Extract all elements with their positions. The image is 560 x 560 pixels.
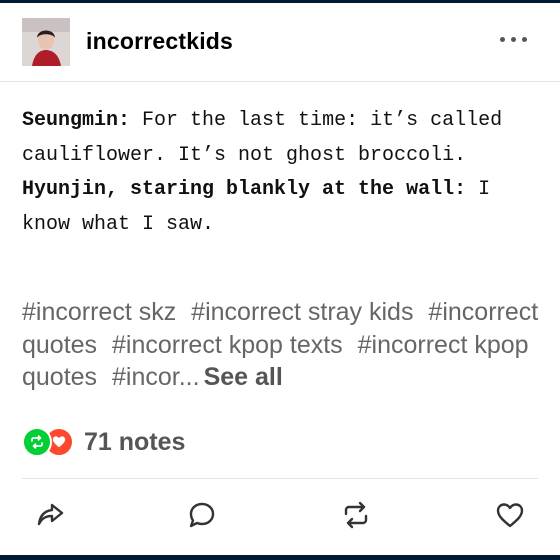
- tag-list: #incorrect skz #incorrect stray kids #in…: [22, 296, 542, 394]
- post-body: Seungmin: For the last time: it’s called…: [22, 104, 542, 242]
- reblog-icon[interactable]: [336, 495, 376, 535]
- speaker-name: Seungmin:: [22, 109, 131, 132]
- tag-link[interactable]: #incorrect stray kids: [191, 298, 413, 326]
- dialogue-line: Seungmin: For the last time: it’s called…: [22, 104, 542, 173]
- reply-icon[interactable]: [182, 495, 222, 535]
- notes-count: 71 notes: [84, 427, 186, 456]
- reblog-badge-icon: [22, 427, 52, 457]
- speaker-name: Hyunjin, staring blankly at the wall:: [22, 178, 467, 201]
- blog-name[interactable]: incorrectkids: [86, 28, 233, 55]
- heart-icon[interactable]: [490, 495, 530, 535]
- see-all-tags-link[interactable]: See all: [204, 363, 283, 391]
- share-icon[interactable]: [30, 495, 70, 535]
- post-actions: [0, 495, 560, 539]
- dialogue-line: Hyunjin, staring blankly at the wall: I …: [22, 173, 542, 242]
- tag-link-truncated[interactable]: #incor...: [112, 363, 200, 391]
- footer-divider: [22, 478, 538, 479]
- post-header: incorrectkids: [0, 3, 560, 82]
- tag-link[interactable]: #incorrect skz: [22, 298, 176, 326]
- notes-button[interactable]: 71 notes: [22, 426, 185, 458]
- avatar[interactable]: [22, 18, 70, 66]
- tag-link[interactable]: #incorrect kpop texts: [112, 331, 343, 359]
- avatar-image: [22, 18, 70, 66]
- post-card: incorrectkids Seungmin: For the last tim…: [0, 3, 560, 555]
- more-options-icon[interactable]: [496, 29, 532, 49]
